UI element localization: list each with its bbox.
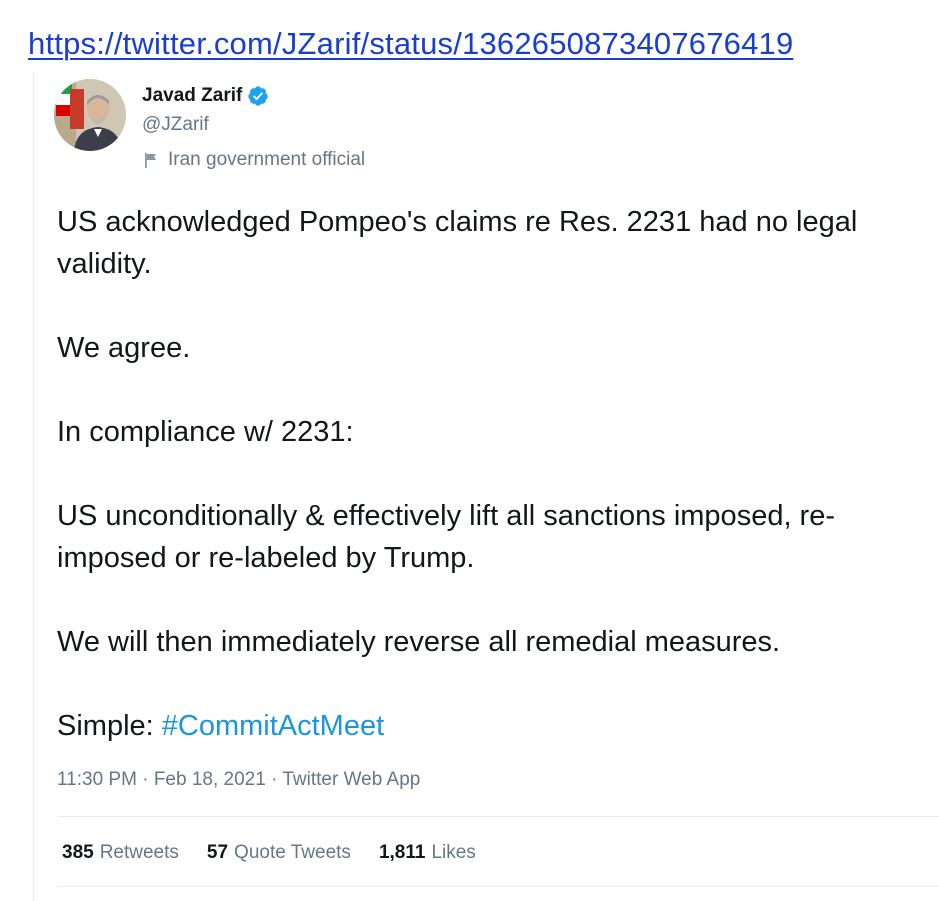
likes-count: 1,811 — [378, 842, 426, 863]
divider — [57, 886, 939, 887]
avatar-photo-icon — [54, 79, 126, 151]
tweet-time[interactable]: 11:30 PM — [57, 769, 137, 790]
separator: · — [136, 769, 154, 790]
avatar[interactable] — [54, 79, 126, 151]
tweet-paragraph: We will then immediately reverse all rem… — [57, 626, 781, 658]
tweet-meta: 11:30 PM · Feb 18, 2021 · Twitter Web Ap… — [57, 769, 420, 791]
flag-icon — [142, 151, 160, 169]
retweets-stat[interactable]: 385 Retweets — [62, 842, 179, 864]
simple-prefix: Simple: — [57, 710, 162, 742]
likes-label: Likes — [431, 842, 476, 863]
verified-badge-icon — [247, 85, 269, 107]
quote-tweets-count: 57 — [206, 842, 229, 863]
tweet-paragraph: Simple: #CommitActMeet — [57, 705, 937, 747]
quote-tweets-label: Quote Tweets — [234, 842, 351, 863]
hashtag-link[interactable]: #CommitActMeet — [162, 710, 384, 742]
tweet-paragraph: In compliance w/ 2231: — [57, 416, 354, 448]
quote-tweets-stat[interactable]: 57 Quote Tweets — [207, 842, 351, 864]
divider — [57, 816, 939, 817]
likes-stat[interactable]: 1,811 Likes — [379, 842, 476, 864]
tweet-stats: 385 Retweets 57 Quote Tweets 1,811 Likes — [62, 842, 476, 864]
author-handle[interactable]: @JZarif — [142, 114, 209, 136]
tweet-url-link[interactable]: https://twitter.com/JZarif/status/136265… — [28, 26, 793, 62]
retweets-count: 385 — [62, 842, 94, 863]
label-text: Iran government official — [168, 149, 366, 170]
tweet-source[interactable]: Twitter Web App — [282, 769, 420, 790]
tweet-paragraph: US unconditionally & effectively lift al… — [57, 500, 836, 574]
author-name[interactable]: Javad Zarif — [142, 85, 242, 107]
separator: · — [265, 769, 283, 790]
government-label[interactable]: Iran government official — [142, 149, 365, 171]
name-row: Javad Zarif — [142, 85, 269, 107]
tweet-date[interactable]: Feb 18, 2021 — [154, 769, 266, 790]
tweet-header: Javad Zarif @JZarif Iran government offi… — [54, 79, 554, 170]
page: https://twitter.com/JZarif/status/136265… — [0, 0, 939, 901]
tweet-card: Javad Zarif @JZarif Iran government offi… — [33, 73, 939, 901]
tweet-text: US acknowledged Pompeo's claims re Res. … — [57, 201, 937, 747]
tweet-paragraph: We agree. — [57, 332, 191, 364]
retweets-label: Retweets — [99, 842, 179, 863]
tweet-paragraph: US acknowledged Pompeo's claims re Res. … — [57, 206, 858, 280]
